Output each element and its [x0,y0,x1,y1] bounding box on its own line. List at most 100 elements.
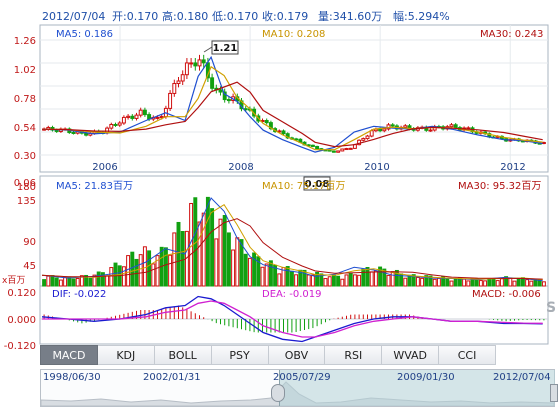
info-amplitude: 幅:5.294% [393,10,450,23]
volume-bar [415,276,420,287]
volume-bar [142,246,147,287]
volume-bar [352,274,357,287]
volume-bar [512,280,517,287]
candle-body [155,116,160,119]
navigator-date: 2005/07/29 [273,372,331,383]
navigator-handle-right[interactable] [550,384,558,402]
candle-body [176,80,181,85]
volume-bar [499,278,504,287]
volume-bar [357,274,362,287]
brand-watermark: S [546,300,557,316]
candle-body [134,114,139,119]
volume-bar [172,232,177,287]
macd-y-tick: -0.120 [4,341,36,352]
volume-bar [541,281,546,287]
volume-y-tick: 180 [17,182,36,193]
volume-bar [96,271,101,287]
candle-body [264,120,269,124]
volume-bar [109,267,114,287]
tab-macd[interactable]: MACD [40,345,98,365]
volume-bar [222,215,227,287]
volume-y-tick: 90 [23,237,36,248]
indicator-tabs: MACD KDJ BOLL PSY OBV RSI WVAD CCI [40,345,496,365]
volume-bar [344,274,349,287]
candle-body [130,115,135,119]
range-navigator[interactable]: 1998/06/30 2002/01/31 2005/07/29 2009/01… [40,369,558,407]
candle-body [344,148,349,151]
candle-body [382,128,387,132]
volume-bar [50,275,55,287]
volume-bar [336,275,341,287]
macd-value-label: MACD: -0.006 [472,289,541,300]
candle-body [331,150,336,153]
volume-bar [310,274,315,287]
volume-bar [478,280,483,287]
tab-wvad[interactable]: WVAD [382,345,440,365]
volume-bar [432,278,437,287]
volume-bar [243,253,248,287]
volume-bar [529,280,534,287]
candle-body [121,116,126,124]
volume-bar [331,274,336,287]
tab-kdj[interactable]: KDJ [97,345,155,365]
price-y-tick: 1.26 [14,36,36,47]
volume-bar [453,278,458,287]
tab-psy[interactable]: PSY [211,345,269,365]
volume-bar [58,279,63,287]
volume-bar [306,274,311,287]
candle-body [403,125,408,128]
candle-body [168,92,173,109]
price-x-tick: 2012 [500,162,525,173]
volume-bar [294,274,299,287]
candle-body [428,129,433,132]
volume-bar [105,275,110,287]
candle-body [315,145,320,150]
volume-bar [71,278,76,287]
volume-bar [210,208,215,287]
volume-bar [466,280,471,287]
volume-bar [218,218,223,287]
candle-body [369,130,374,137]
candle-body [348,147,353,150]
volume-bar [373,270,378,287]
volume-ma5-label: MA5: 21.83百万 [56,180,133,192]
candle-body [310,144,315,147]
volume-bar [247,257,252,287]
volume-bar [151,263,156,287]
price-y-tick: 1.02 [14,65,36,76]
navigator-dates: 1998/06/30 2002/01/31 2005/07/29 2009/01… [41,372,554,386]
volume-bar [168,254,173,287]
candle-body [193,62,198,67]
info-close: 收:0.179 [262,9,308,23]
volume-bar [235,237,240,287]
volume-bar [483,280,488,287]
tab-rsi[interactable]: RSI [325,345,383,365]
tab-obv[interactable]: OBV [268,345,326,365]
tab-cci[interactable]: CCI [439,345,496,365]
volume-bar [403,277,408,287]
volume-bar [285,266,290,287]
volume-y-tick: 135 [17,196,36,207]
tab-boll[interactable]: BOLL [154,345,212,365]
volume-bar [214,238,219,287]
navigator-date: 2009/01/30 [397,372,455,383]
candle-body [138,109,143,116]
volume-bar [361,268,366,287]
info-low: 低:0.170 [212,10,258,23]
navigator-handle-left[interactable] [271,384,285,402]
candle-body [340,148,345,152]
navigator-date: 2012/07/04 [493,372,551,383]
volume-bar [508,277,513,287]
volume-bar [420,277,425,287]
candle-body [226,99,231,102]
candle-body [172,83,177,94]
price-y-tick: 0.78 [14,94,36,105]
macd-dea-label: DEA: -0.019 [262,289,321,300]
volume-bar [277,273,282,287]
volume-bar [491,278,496,287]
candle-body [378,128,383,132]
info-date: 2012/07/04 [42,10,105,23]
candle-body [453,124,458,129]
volume-bar [323,278,328,287]
candle-body [142,109,147,116]
